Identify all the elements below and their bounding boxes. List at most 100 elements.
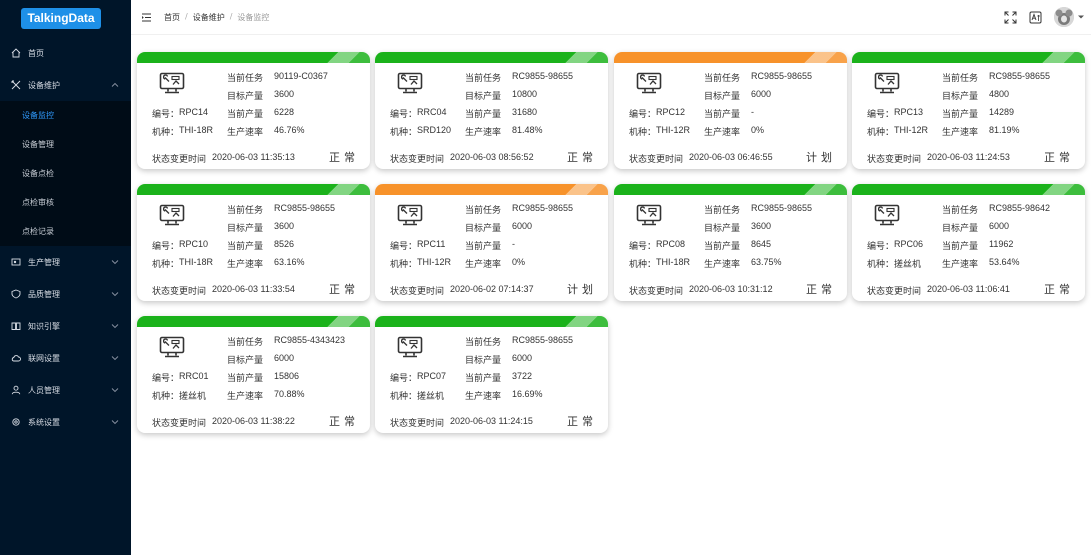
production-rate-label: 生产速率 bbox=[227, 259, 264, 269]
machine-monitor-icon bbox=[874, 72, 900, 94]
sidebar-item-quality[interactable]: 品质管理 bbox=[0, 278, 131, 310]
machine-type-value: THI-18R bbox=[656, 257, 691, 267]
sidebar-item-knowledge[interactable]: 知识引擎 bbox=[0, 310, 131, 342]
status-change-time-label: 状态变更时间 bbox=[867, 154, 922, 164]
production-rate-value: 70.88% bbox=[274, 389, 305, 399]
status-badge: 正常 bbox=[567, 152, 597, 164]
current-output-value: 8645 bbox=[751, 239, 772, 249]
user-icon bbox=[10, 385, 21, 396]
sidebar-item-device-check[interactable]: 设备点检 bbox=[0, 159, 131, 188]
machine-type-label: 机种： bbox=[867, 259, 895, 269]
task-value: RC9855-98642 bbox=[989, 203, 1051, 213]
production-rate-value: 81.48% bbox=[512, 125, 543, 135]
task-value: RC9855-4343423 bbox=[274, 335, 346, 345]
fullscreen-icon[interactable] bbox=[1004, 11, 1017, 24]
status-change-time-value: 2020-06-03 06:46:55 bbox=[689, 152, 773, 162]
sidebar-item-home[interactable]: 首页 bbox=[0, 37, 131, 69]
status-bar-stripe bbox=[1035, 184, 1085, 195]
production-rate-label: 生产速率 bbox=[227, 127, 264, 137]
task-label: 当前任务 bbox=[704, 205, 741, 215]
breadcrumb-separator: / bbox=[185, 12, 188, 21]
menu-fold-icon[interactable] bbox=[141, 12, 152, 23]
status-badge: 正常 bbox=[329, 152, 359, 164]
machine-monitor-icon bbox=[397, 336, 423, 358]
device-card[interactable]: 当前任务 RC9855-98655 目标产量 10800 编号： RRC04 当… bbox=[375, 52, 608, 169]
production-rate-label: 生产速率 bbox=[704, 259, 741, 269]
code-label: 编号： bbox=[390, 241, 418, 251]
sidebar-menu: 首页 设备维护 设备监控 设备管理 设备点检 点检审核 点检记录 生产管理 品质… bbox=[0, 37, 131, 438]
machine-type-value: 搓丝机 bbox=[179, 391, 207, 401]
production-rate-value: 0% bbox=[512, 257, 526, 267]
sidebar-item-device-manage[interactable]: 设备管理 bbox=[0, 130, 131, 159]
code-label: 编号： bbox=[390, 109, 418, 119]
status-change-time-value: 2020-06-02 07:14:37 bbox=[450, 284, 534, 294]
sidebar-item-label: 设备点检 bbox=[22, 169, 54, 178]
current-output-value: - bbox=[512, 239, 515, 249]
device-card[interactable]: 当前任务 RC9855-98642 目标产量 6000 编号： RPC06 当前… bbox=[852, 184, 1085, 301]
current-output-value: 31680 bbox=[512, 107, 538, 117]
target-output-value: 4800 bbox=[989, 89, 1010, 99]
device-card[interactable]: 当前任务 RC9855-4343423 目标产量 6000 编号： RRC01 … bbox=[137, 316, 370, 433]
device-card[interactable]: 当前任务 RC9855-98655 目标产量 6000 编号： RPC12 当前… bbox=[614, 52, 847, 169]
status-badge: 正常 bbox=[806, 284, 836, 296]
production-rate-label: 生产速率 bbox=[704, 127, 741, 137]
device-card[interactable]: 当前任务 RC9855-98655 目标产量 6000 编号： RPC07 当前… bbox=[375, 316, 608, 433]
sidebar-item-production[interactable]: 生产管理 bbox=[0, 246, 131, 278]
machine-type-value: THI-12R bbox=[417, 257, 452, 267]
device-card[interactable]: 当前任务 RC9855-98655 目标产量 3600 编号： RPC08 当前… bbox=[614, 184, 847, 301]
sidebar-item-device-maintenance[interactable]: 设备维护 bbox=[0, 69, 131, 101]
status-change-time-label: 状态变更时间 bbox=[629, 154, 684, 164]
sidebar-item-label: 点检审核 bbox=[22, 198, 54, 207]
task-label: 当前任务 bbox=[704, 73, 741, 83]
task-label: 当前任务 bbox=[227, 205, 264, 215]
breadcrumb-current: 设备监控 bbox=[237, 13, 270, 22]
device-card[interactable]: 当前任务 RC9855-98655 目标产量 4800 编号： RPC13 当前… bbox=[852, 52, 1085, 169]
gear-icon bbox=[10, 417, 21, 428]
device-card[interactable]: 当前任务 RC9855-98655 目标产量 6000 编号： RPC11 当前… bbox=[375, 184, 608, 301]
sidebar-item-check-review[interactable]: 点检审核 bbox=[0, 188, 131, 217]
breadcrumb-device-maintenance[interactable]: 设备维护 bbox=[193, 12, 225, 23]
code-value: RPC14 bbox=[179, 107, 209, 117]
device-card[interactable]: 当前任务 RC9855-98655 目标产量 3600 编号： RPC10 当前… bbox=[137, 184, 370, 301]
code-value: RPC13 bbox=[894, 107, 924, 117]
current-output-label: 当前产量 bbox=[704, 109, 741, 119]
code-label: 编号： bbox=[390, 373, 418, 383]
current-output-label: 当前产量 bbox=[704, 241, 741, 251]
status-bar bbox=[137, 316, 370, 327]
sidebar-item-check-record[interactable]: 点检记录 bbox=[0, 217, 131, 246]
current-output-label: 当前产量 bbox=[942, 109, 979, 119]
target-output-value: 6000 bbox=[512, 221, 533, 231]
task-value: RC9855-98655 bbox=[512, 71, 574, 81]
breadcrumb-home[interactable]: 首页 bbox=[164, 12, 180, 23]
status-change-time-value: 2020-06-03 10:31:12 bbox=[689, 284, 773, 294]
avatar[interactable] bbox=[1054, 7, 1074, 27]
status-badge: 正常 bbox=[329, 416, 359, 428]
task-value: RC9855-98655 bbox=[274, 203, 336, 213]
status-change-time-label: 状态变更时间 bbox=[152, 286, 207, 296]
machine-type-value: THI-18R bbox=[179, 257, 214, 267]
current-output-label: 当前产量 bbox=[227, 373, 264, 383]
status-bar bbox=[137, 52, 370, 63]
status-change-time-value: 2020-06-03 11:35:13 bbox=[212, 152, 295, 162]
sidebar-item-label: 联网设置 bbox=[28, 353, 60, 363]
sidebar-item-device-monitor[interactable]: 设备监控 bbox=[0, 101, 131, 130]
status-bar-stripe bbox=[558, 52, 608, 63]
sidebar-item-system[interactable]: 系统设置 bbox=[0, 406, 131, 438]
target-output-label: 目标产量 bbox=[227, 91, 264, 101]
status-change-time-label: 状态变更时间 bbox=[152, 418, 207, 428]
current-output-label: 当前产量 bbox=[465, 109, 502, 119]
target-output-label: 目标产量 bbox=[942, 91, 979, 101]
sidebar-item-network[interactable]: 联网设置 bbox=[0, 342, 131, 374]
status-change-time-value: 2020-06-03 11:33:54 bbox=[212, 284, 295, 294]
breadcrumb-separator: / bbox=[229, 12, 233, 21]
sidebar-item-label: 设备管理 bbox=[22, 140, 54, 149]
sidebar-item-personnel[interactable]: 人员管理 bbox=[0, 374, 131, 406]
machine-type-label: 机种： bbox=[629, 259, 657, 269]
target-output-value: 10800 bbox=[512, 89, 538, 99]
language-icon[interactable] bbox=[1029, 11, 1042, 24]
caret-down-icon[interactable] bbox=[1078, 14, 1084, 20]
code-label: 编号： bbox=[867, 241, 895, 251]
machine-monitor-icon bbox=[636, 204, 662, 226]
status-change-time-value: 2020-06-03 11:38:22 bbox=[212, 416, 295, 426]
device-card[interactable]: 当前任务 90119-C0367 目标产量 3600 编号： RPC14 当前产… bbox=[137, 52, 370, 169]
